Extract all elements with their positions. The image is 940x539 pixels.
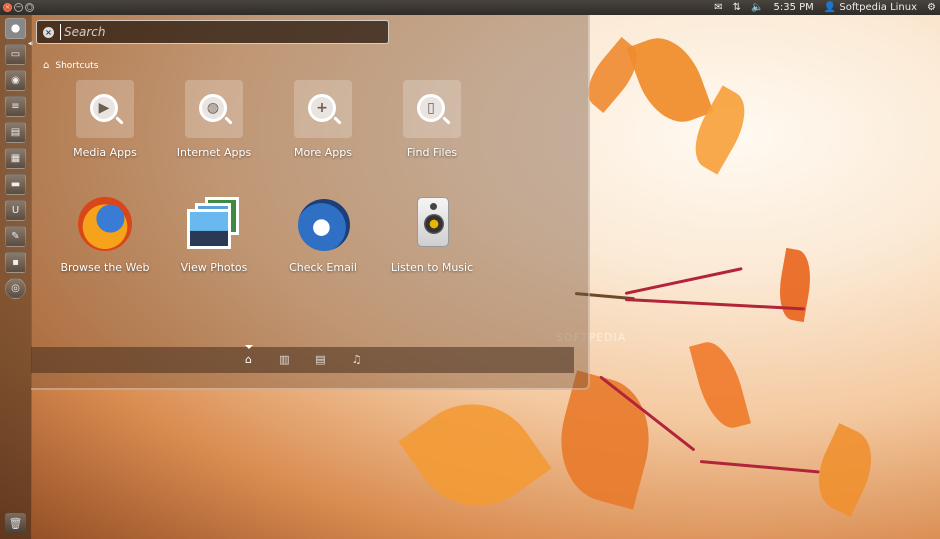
check-email-tile[interactable]: Check Email — [268, 195, 378, 274]
tile-label: Internet Apps — [176, 146, 252, 159]
applications-lens-button[interactable]: ▥ — [279, 354, 291, 366]
files-icon: ▤ — [315, 353, 326, 366]
section-title: Shortcuts — [55, 60, 99, 71]
tile-label: Listen to Music — [390, 261, 474, 274]
document-icon: ▯ — [417, 94, 445, 122]
section-header: ⌂ Shortcuts — [43, 60, 98, 71]
thunderbird-icon — [294, 195, 352, 253]
document-icon[interactable]: ≡ — [5, 96, 26, 117]
close-button[interactable]: × — [3, 3, 12, 12]
disk-icon[interactable]: ◉ — [5, 70, 26, 91]
files-lens-button[interactable]: ▤ — [315, 354, 327, 366]
music-lens-button[interactable]: ♫ — [351, 354, 363, 366]
globe-icon: ◍ — [199, 94, 227, 122]
more-apps-tile[interactable]: + More Apps — [268, 80, 378, 159]
cd-icon[interactable]: ◎ — [5, 278, 26, 299]
user-icon: 👤 — [823, 2, 837, 13]
folder-icon[interactable]: ▬ — [5, 174, 26, 195]
tile-label: Check Email — [289, 261, 357, 274]
maximize-button[interactable]: ○ — [25, 3, 34, 12]
photos-icon — [185, 195, 243, 253]
listen-music-tile[interactable]: Listen to Music — [377, 195, 487, 274]
window-controls: × − ○ — [3, 3, 34, 12]
network-icon[interactable]: ⇅ — [733, 2, 741, 13]
dash: × ⌂ Shortcuts ▶ Media Apps ◍ Internet Ap… — [31, 15, 590, 390]
play-icon: ▶ — [90, 94, 118, 122]
search-bar: × — [36, 20, 389, 44]
text-editor-icon[interactable]: ▤ — [5, 122, 26, 143]
mail-icon[interactable]: ✉ — [714, 2, 722, 13]
applications-icon: ▥ — [279, 353, 290, 366]
clock[interactable]: 5:35 PM — [773, 2, 813, 13]
terminal-icon[interactable]: ▪ — [5, 252, 26, 273]
firefox-icon — [76, 195, 134, 253]
internet-apps-icon: ◍ — [185, 80, 243, 138]
dash-home-icon[interactable] — [5, 18, 26, 39]
home-lens-button[interactable]: ⌂ — [243, 345, 255, 366]
speaker-icon — [403, 195, 461, 253]
workspace-icon[interactable]: ▭ — [5, 44, 26, 65]
media-apps-icon: ▶ — [76, 80, 134, 138]
home-icon: ⌂ — [43, 60, 50, 71]
music-icon: ♫ — [351, 353, 362, 366]
tile-label: Find Files — [406, 146, 458, 159]
volume-icon[interactable]: 🔈 — [751, 2, 763, 13]
spreadsheet-icon[interactable]: ▦ — [5, 148, 26, 169]
active-indicator-icon — [244, 345, 253, 349]
more-apps-icon: + — [294, 80, 352, 138]
trash-icon[interactable]: 🗑 — [5, 513, 26, 534]
gear-icon[interactable]: ⚙ — [927, 2, 936, 13]
user-menu[interactable]: 👤 Softpedia Linux — [824, 2, 917, 13]
tile-label: View Photos — [180, 261, 248, 274]
browse-web-tile[interactable]: Browse the Web — [50, 195, 160, 274]
view-photos-tile[interactable]: View Photos — [159, 195, 269, 274]
home-icon: ⌂ — [245, 353, 252, 366]
tile-label: More Apps — [294, 146, 352, 159]
media-apps-tile[interactable]: ▶ Media Apps — [50, 80, 160, 159]
indicator-area: ✉ ⇅ 🔈 5:35 PM 👤 Softpedia Linux ⚙ — [714, 0, 936, 15]
plus-icon: + — [308, 94, 336, 122]
tile-label: Browse the Web — [60, 261, 150, 274]
search-input[interactable] — [60, 24, 388, 40]
launcher: ◀ ▭ ◉ ≡ ▤ ▦ ▬ U ✎ ▪ ◎ 🗑 — [0, 15, 33, 539]
internet-apps-tile[interactable]: ◍ Internet Apps — [159, 80, 269, 159]
top-panel: × − ○ ✉ ⇅ 🔈 5:35 PM 👤 Softpedia Linux ⚙ — [0, 0, 940, 15]
usb-icon[interactable]: U — [5, 200, 26, 221]
lens-bar: ⌂ ▥ ▤ ♫ — [31, 345, 574, 373]
clear-search-icon[interactable]: × — [43, 26, 54, 38]
tile-label: Media Apps — [73, 146, 137, 159]
find-files-icon: ▯ — [403, 80, 461, 138]
tools-icon[interactable]: ✎ — [5, 226, 26, 247]
find-files-tile[interactable]: ▯ Find Files — [377, 80, 487, 159]
minimize-button[interactable]: − — [14, 3, 23, 12]
user-name: Softpedia Linux — [839, 2, 918, 13]
